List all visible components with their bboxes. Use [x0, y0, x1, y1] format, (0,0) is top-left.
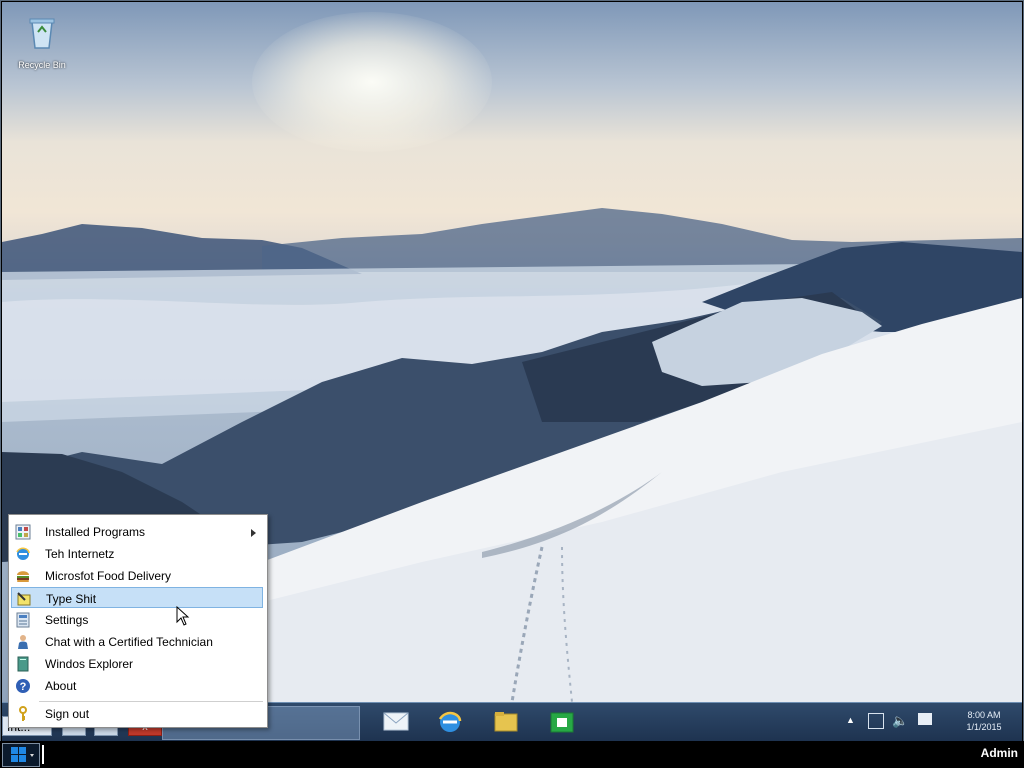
start-button[interactable]: [2, 743, 40, 767]
text-caret: [42, 745, 44, 764]
clock-date: 1/1/2015: [966, 722, 1002, 732]
menu-item-sign-out[interactable]: Sign out: [11, 703, 263, 724]
menu-item-windos-explorer[interactable]: Windos Explorer: [11, 653, 263, 674]
start-menu: Installed Programs Teh Internetz Microsf…: [8, 514, 268, 728]
menu-item-about[interactable]: ? About: [11, 675, 263, 696]
menu-item-installed-programs[interactable]: Installed Programs: [11, 521, 263, 542]
key-icon: [19, 706, 27, 721]
explorer-book-icon: [17, 656, 29, 672]
menu-item-teh-internetz[interactable]: Teh Internetz: [11, 543, 263, 564]
notepad-pencil-icon: [17, 592, 31, 606]
taskbar-app-file-explorer[interactable]: [488, 707, 524, 737]
recycle-bin-icon: [29, 18, 55, 49]
desktop-icon-label: Recycle Bin: [18, 60, 66, 70]
menu-item-label: Type Shit: [46, 592, 97, 606]
menu-item-food-delivery[interactable]: Microsfot Food Delivery: [11, 565, 263, 586]
host-taskbar: Admin: [0, 741, 1024, 768]
menu-item-settings[interactable]: Settings: [11, 609, 263, 630]
action-center-icon[interactable]: [918, 713, 932, 725]
menu-item-label: Settings: [45, 613, 89, 627]
menu-separator: [39, 701, 263, 702]
volume-icon[interactable]: 🔈: [892, 713, 908, 729]
submenu-arrow-icon: [251, 529, 256, 537]
settings-panel-icon: [16, 612, 30, 628]
taskbar-app-edge[interactable]: [432, 707, 468, 737]
burger-icon: [17, 571, 29, 582]
help-question-icon: ?: [16, 679, 30, 693]
internet-explorer-icon: [16, 547, 30, 560]
menu-item-label: Windos Explorer: [45, 657, 134, 671]
menu-item-label: Teh Internetz: [45, 547, 115, 561]
taskbar-app-mail[interactable]: [378, 707, 414, 737]
edge-icon: [438, 711, 462, 732]
menu-item-chat-technician[interactable]: Chat with a Certified Technician: [11, 631, 263, 652]
network-icon[interactable]: [868, 713, 884, 729]
menu-item-type[interactable]: Type Shit: [11, 587, 263, 608]
menu-item-label: Microsfot Food Delivery: [45, 569, 172, 583]
menu-item-label: Sign out: [45, 707, 90, 721]
windows-logo-icon: [11, 747, 34, 762]
clock-time: 8:00 AM: [967, 710, 1001, 720]
screen: Recycle Bin ▲ 🔈 8:00 AM 1/1/2015 Install…: [0, 0, 1024, 768]
svg-text:?: ?: [20, 681, 27, 693]
menu-item-label: About: [45, 679, 77, 693]
technician-person-icon: [18, 635, 28, 649]
menu-item-label: Chat with a Certified Technician: [45, 635, 213, 649]
mail-icon: [383, 712, 409, 731]
mouse-pointer-icon: [176, 606, 190, 626]
tray-expand-icon[interactable]: ▲: [846, 715, 855, 725]
system-tray: ▲ 🔈 8:00 AM 1/1/2015: [846, 709, 1016, 735]
desktop-icon-recycle-bin[interactable]: Recycle Bin: [10, 10, 74, 74]
user-label[interactable]: Admin: [981, 746, 1018, 760]
menu-item-label: Installed Programs: [45, 525, 146, 539]
store-icon: [550, 712, 574, 733]
taskbar-clock[interactable]: 8:00 AM 1/1/2015: [962, 709, 1006, 733]
file-explorer-icon: [494, 712, 518, 732]
taskbar-app-store[interactable]: [544, 707, 580, 737]
programs-grid-icon: [15, 524, 31, 540]
